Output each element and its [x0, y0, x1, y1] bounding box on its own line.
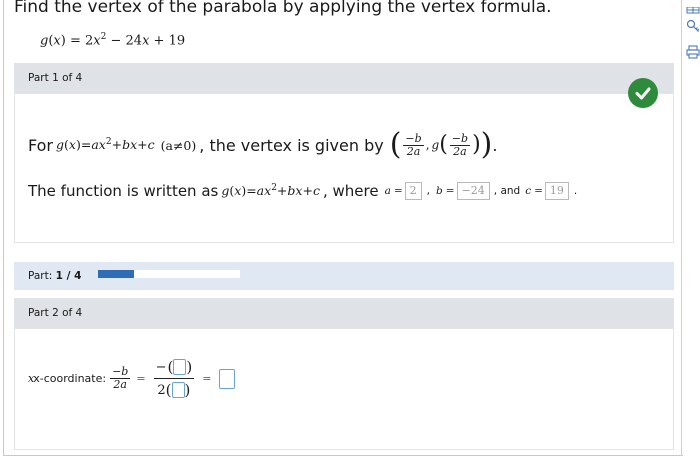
line1-mid: , the vertex is given by	[199, 135, 384, 155]
substitution-fraction: −() 2()	[153, 358, 195, 399]
part1-header[interactable]: Part 1 of 4	[14, 63, 674, 93]
progress-fill	[98, 270, 134, 278]
numerator-input[interactable]	[173, 359, 187, 375]
key-icon[interactable]	[686, 18, 700, 32]
xcoord-label: x-coordinate:	[33, 372, 107, 385]
part1-title: Part 1 of 4	[28, 72, 83, 84]
b-answer-box[interactable]: −24	[456, 182, 490, 200]
progress-label: Part:	[28, 270, 53, 282]
standard-form: g(x)=ax2+bx+c	[221, 183, 320, 199]
line2-prefix: The function is written as	[28, 182, 219, 200]
print-icon[interactable]	[686, 44, 700, 59]
denominator-two: 2	[157, 382, 166, 398]
line2-and: , and	[493, 185, 521, 197]
line1-prefix: For	[28, 135, 53, 155]
x-coordinate-answer-input[interactable]	[219, 368, 236, 389]
page-frame-bottom	[3, 455, 683, 456]
part2-title: Part 2 of 4	[28, 307, 83, 319]
vertex-x-formula: −b 2a	[110, 365, 131, 391]
progress-count: 1 / 4	[55, 270, 82, 282]
denominator-input[interactable]	[171, 382, 185, 398]
given-function: g(x) = 2x2 − 24x + 19	[40, 32, 186, 49]
progress-track	[98, 270, 240, 278]
page-frame-left	[3, 0, 4, 455]
page-frame-right	[681, 0, 682, 456]
question-text: Find the vertex of the parabola by apply…	[14, 0, 552, 17]
part2-header[interactable]: Part 2 of 4	[14, 298, 674, 328]
check-icon	[628, 78, 658, 108]
nonzero-condition: (a≠0)	[160, 137, 197, 153]
part1-body	[14, 93, 674, 243]
vertex-formula-line: For g(x)=ax2+bx+c (a≠0) , the vertex is …	[28, 130, 497, 160]
table-icon[interactable]	[686, 0, 700, 14]
x-coordinate-row: x x-coordinate: −b 2a = −() 2() =	[28, 358, 236, 399]
vertex-formula: ( −b 2a ,g ( −b 2a ) ).	[389, 127, 498, 162]
coefficients-line: The function is written as g(x)=ax2+bx+c…	[28, 182, 578, 200]
a-answer-box[interactable]: 2	[404, 182, 422, 200]
c-answer-box[interactable]: 19	[544, 182, 569, 200]
line2-where: , where	[322, 182, 379, 200]
general-form: g(x)=ax2+bx+c	[56, 137, 155, 153]
